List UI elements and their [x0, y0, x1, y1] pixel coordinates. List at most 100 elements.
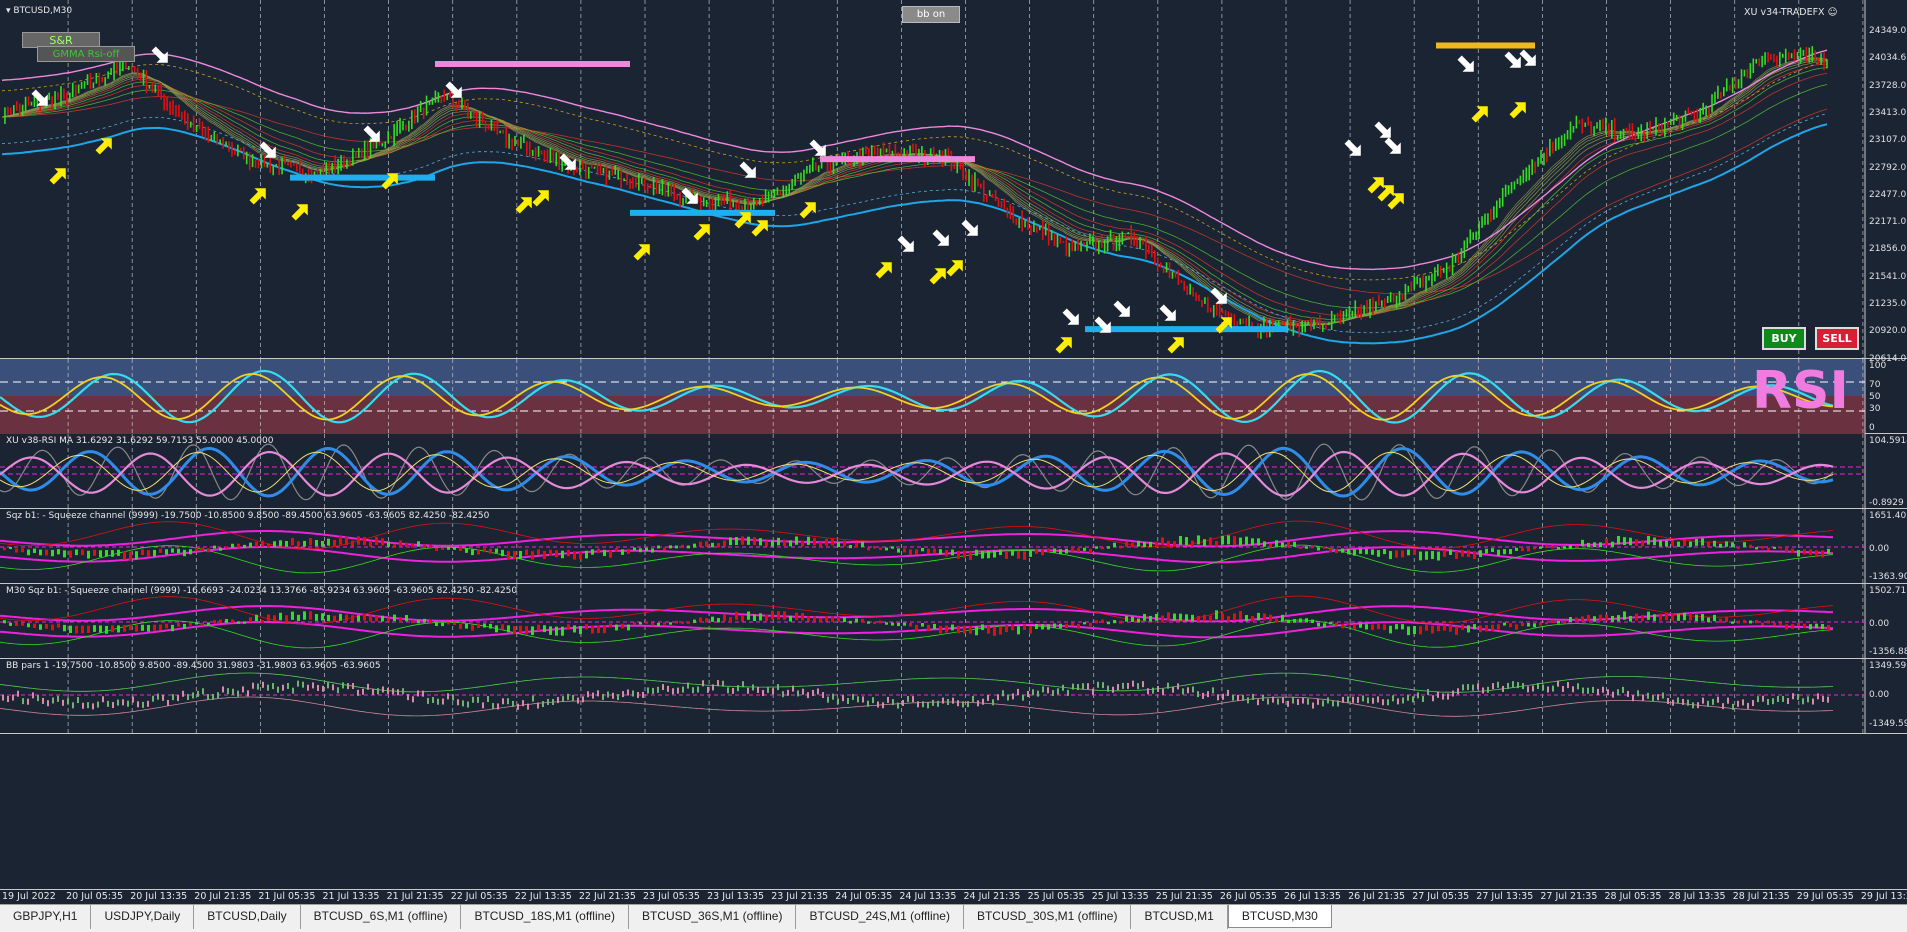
- squeeze-histogram-bar: [1437, 551, 1440, 561]
- squeeze-histogram-bar: [915, 549, 918, 555]
- quick-sell-button[interactable]: SELL: [1815, 327, 1859, 350]
- chart-tab[interactable]: BTCUSD_24S,M1 (offline): [796, 905, 964, 929]
- squeeze-histogram-bar: [1455, 550, 1458, 559]
- squeeze-histogram-bar: [225, 546, 228, 549]
- squeeze-histogram-bar: [1551, 619, 1554, 624]
- squeeze-histogram-bar: [525, 626, 528, 635]
- squeeze-histogram-bar: [135, 625, 138, 632]
- squeeze-histogram-bar: [987, 625, 990, 634]
- squeeze-histogram-bar: [1485, 548, 1488, 554]
- squeeze-histogram-bar: [1503, 622, 1506, 626]
- squeeze-histogram-bar: [1611, 541, 1614, 547]
- sell-arrow-icon: [897, 235, 914, 252]
- rsi-scale[interactable]: 100 70 50 30 0: [1867, 359, 1907, 434]
- time-axis[interactable]: 19 Jul 2022 20 Jul 05:35 20 Jul 13:35 20 Ju…: [0, 889, 1907, 904]
- squeeze-histogram-bar: [1107, 622, 1110, 625]
- squeeze-histogram-bar: [1653, 537, 1656, 546]
- squeeze-histogram-bar: [591, 625, 594, 634]
- squeeze-histogram-bar: [1557, 547, 1560, 550]
- squeeze-histogram-bar: [231, 543, 234, 548]
- buy-arrow-icon: [515, 197, 532, 214]
- squeeze-histogram-bar: [603, 625, 606, 634]
- squeeze-histogram-bar: [1743, 619, 1746, 624]
- squeeze-channel-pane-2[interactable]: M30 Sqz b1: - Squeeze channel (9999) -16…: [0, 584, 1907, 659]
- squeeze-histogram-bar: [447, 547, 450, 550]
- squeeze-histogram-bar: [1329, 622, 1332, 625]
- chart-tab[interactable]: USDJPY,Daily: [91, 905, 195, 929]
- squeeze-histogram-bar: [1539, 622, 1542, 626]
- arrow-shape: [532, 190, 549, 207]
- squeeze-histogram-bar: [597, 548, 600, 554]
- price-chart-canvas[interactable]: [0, 0, 1907, 359]
- squeeze-histogram-bar: [1359, 623, 1362, 628]
- squeeze-histogram-bar: [585, 550, 588, 559]
- squeeze-histogram-bar: [699, 541, 702, 547]
- quick-buy-button[interactable]: BUY: [1762, 327, 1806, 350]
- price-scale-label: 23107.0: [1869, 135, 1907, 146]
- squeeze-histogram-bar: [933, 623, 936, 629]
- squeeze-histogram-bar: [759, 613, 762, 621]
- chart-tab[interactable]: BTCUSD_6S,M1 (offline): [301, 905, 462, 929]
- chart-tab[interactable]: BTCUSD,Daily: [194, 905, 301, 929]
- squeeze-histogram-bar: [1413, 549, 1416, 555]
- squeeze-2-scale-min: -1356.88: [1869, 647, 1907, 657]
- squeeze-histogram-bar: [1023, 624, 1026, 630]
- rsi-ma-pane[interactable]: XU v38-RSI MA 31.6292 31.6292 59.7153 55…: [0, 434, 1907, 509]
- squeeze-histogram-bar: [465, 548, 468, 553]
- squeeze-histogram-bar: [1407, 626, 1410, 636]
- rsi-ma-scale-min: -0.8929: [1869, 498, 1904, 508]
- squeeze-2-scale[interactable]: 1502.71 0.00 -1356.88: [1867, 584, 1907, 659]
- squeeze-histogram-bar: [1707, 617, 1710, 623]
- bb-pars-canvas[interactable]: [0, 659, 1907, 889]
- bb-pars-pane[interactable]: BB pars 1 -19.7500 -10.8500 9.8500 -89.4…: [0, 659, 1907, 734]
- squeeze-histogram-bar: [1431, 551, 1434, 560]
- sell-arrow-icon: [1384, 137, 1401, 154]
- squeeze-histogram-bar: [1209, 615, 1212, 622]
- squeeze-histogram-bar: [1281, 542, 1284, 548]
- squeeze-histogram-bar: [807, 616, 810, 622]
- squeeze-histogram-bar: [975, 549, 978, 556]
- buy-arrow-icon: [1471, 106, 1488, 123]
- squeeze-1-scale[interactable]: 1651.40 0.00 -1363.90: [1867, 509, 1907, 584]
- squeeze-histogram-bar: [255, 614, 258, 622]
- chart-tab[interactable]: BTCUSD_18S,M1 (offline): [461, 905, 629, 929]
- squeeze-histogram-bar: [255, 541, 258, 547]
- squeeze-histogram-bar: [429, 619, 432, 624]
- squeeze-histogram-bar: [39, 549, 42, 556]
- rsi-pane[interactable]: RSI 100 70 50 30 0: [0, 359, 1907, 434]
- time-axis-label: 24 Jul 13:35: [899, 891, 957, 902]
- squeeze-histogram-bar: [459, 623, 462, 629]
- squeeze-histogram-bar: [1029, 625, 1032, 634]
- squeeze-histogram-bar: [321, 613, 324, 621]
- price-scale[interactable]: 24349.0 24034.6 23728.0 23413.0 23107.0 22792…: [1867, 0, 1907, 364]
- squeeze-histogram-bar: [1161, 537, 1164, 546]
- squeeze-histogram-bar: [975, 626, 978, 636]
- gmma-rsi-toggle-button[interactable]: GMMA Rsi-off: [37, 46, 135, 62]
- chart-tab[interactable]: BTCUSD_36S,M1 (offline): [629, 905, 797, 929]
- squeeze-histogram-bar: [189, 622, 192, 626]
- squeeze-histogram-bar: [717, 543, 720, 548]
- time-axis-label: 21 Jul 21:35: [386, 891, 444, 902]
- squeeze-histogram-bar: [1089, 548, 1092, 554]
- bb-toggle-button[interactable]: bb on: [902, 6, 960, 23]
- squeeze-channel-pane-1[interactable]: Sqz b1: - Squeeze channel (9999) -19.750…: [0, 509, 1907, 584]
- squeeze-histogram-bar: [603, 549, 606, 557]
- chart-tab[interactable]: BTCUSD_30S,M1 (offline): [964, 905, 1132, 929]
- chart-tab[interactable]: BTCUSD,M1: [1131, 905, 1228, 929]
- arrow-shape: [1062, 308, 1079, 325]
- squeeze-histogram-bar: [615, 624, 618, 631]
- squeeze-histogram-bar: [1515, 624, 1518, 630]
- rsi-ma-canvas[interactable]: [0, 434, 1907, 509]
- squeeze-histogram-bar: [1287, 541, 1290, 547]
- rsi-ma-scale[interactable]: 104.5914 -0.8929: [1867, 434, 1907, 509]
- squeeze-histogram-bar: [1311, 619, 1314, 624]
- squeeze-histogram-bar: [375, 536, 378, 545]
- squeeze-histogram-bar: [87, 550, 90, 559]
- price-chart-pane[interactable]: ▾ BTCUSD,M30 bb on S&R GMMA Rsi-off XU v…: [0, 0, 1907, 364]
- bb-pars-scale[interactable]: 1349.59 0.00 -1349.59: [1867, 659, 1907, 889]
- rsi-canvas[interactable]: [0, 359, 1907, 434]
- bb-scale-zero: 0.00: [1869, 690, 1890, 700]
- squeeze-histogram-bar: [813, 616, 816, 622]
- chart-tab[interactable]: BTCUSD,M30: [1227, 905, 1332, 928]
- chart-tab[interactable]: GBPJPY,H1: [0, 905, 92, 929]
